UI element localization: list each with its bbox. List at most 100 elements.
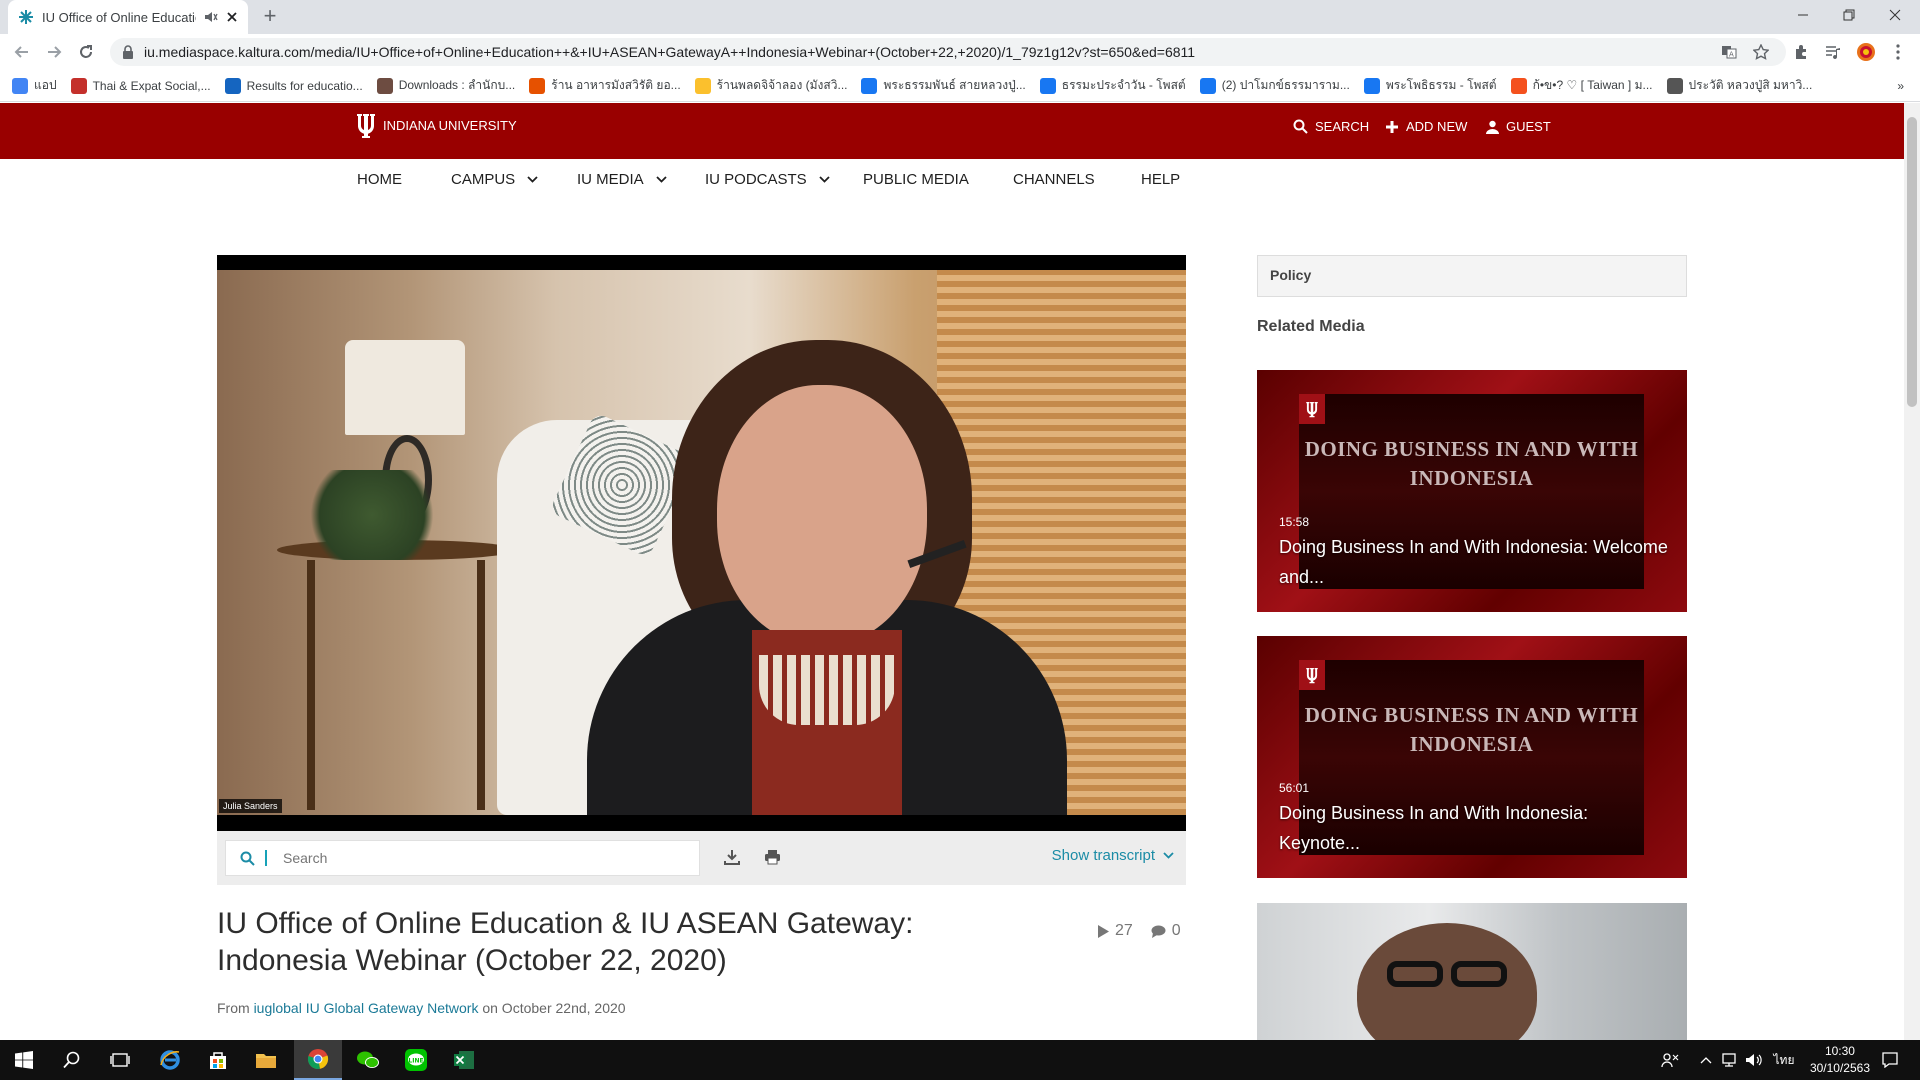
- show-transcript-toggle[interactable]: Show transcript: [1052, 847, 1174, 864]
- media-control-icon[interactable]: [1822, 41, 1844, 63]
- site-logo[interactable]: INDIANA UNIVERSITY: [355, 111, 517, 139]
- chevron-down-icon: [1163, 852, 1174, 859]
- new-tab-button[interactable]: +: [258, 5, 282, 29]
- nav-item-home[interactable]: HOME: [357, 171, 402, 188]
- input-language-indicator[interactable]: ไทย: [1772, 1050, 1796, 1070]
- related-media-heading: Related Media: [1257, 318, 1365, 335]
- bookmark-favicon-icon: [529, 77, 546, 94]
- site-header: INDIANA UNIVERSITY SEARCH ADD NEW GUEST: [0, 103, 1904, 159]
- transcript-search-box[interactable]: [225, 840, 700, 876]
- media-owner-line: From iuglobal IU Global Gateway Network …: [217, 1000, 626, 1016]
- related-media-card[interactable]: [1257, 903, 1687, 1040]
- bookmark-item[interactable]: ก้•ข•? ♡ [ Taiwan ] ม...: [1510, 76, 1653, 95]
- search-icon[interactable]: [48, 1040, 96, 1080]
- volume-icon[interactable]: [1744, 1050, 1764, 1070]
- bookmark-item[interactable]: ประวัติ หลวงปู่สิ มหาวิ...: [1666, 76, 1813, 95]
- nav-item-channels[interactable]: CHANNELS: [1013, 171, 1095, 188]
- bookmark-favicon-icon: [70, 77, 87, 94]
- nav-item-help[interactable]: HELP: [1141, 171, 1180, 188]
- related-title[interactable]: Doing Business In and With Indonesia: We…: [1279, 532, 1669, 592]
- wechat-icon[interactable]: [344, 1040, 392, 1080]
- close-window-button[interactable]: [1872, 0, 1918, 30]
- translate-icon[interactable]: A: [1718, 41, 1740, 63]
- owner-link[interactable]: iuglobal: [254, 1000, 302, 1016]
- task-view-icon[interactable]: [96, 1040, 144, 1080]
- internet-explorer-icon[interactable]: [146, 1040, 194, 1080]
- chevron-down-icon[interactable]: [527, 174, 538, 186]
- line-app-icon[interactable]: LINE: [392, 1040, 440, 1080]
- nav-item-iu-podcasts[interactable]: IU PODCASTS: [705, 171, 830, 188]
- taskbar-clock[interactable]: 10:30 30/10/2563: [1810, 1043, 1870, 1077]
- video-frame[interactable]: Julia Sanders: [217, 270, 1186, 815]
- forward-button[interactable]: [42, 40, 66, 64]
- file-explorer-icon[interactable]: [242, 1040, 290, 1080]
- video-player[interactable]: Julia Sanders: [217, 255, 1186, 831]
- lock-icon[interactable]: [122, 45, 134, 59]
- glasses: [1377, 961, 1517, 987]
- minimize-button[interactable]: [1780, 0, 1826, 30]
- speaker-name-tag: Julia Sanders: [219, 799, 282, 813]
- browser-toolbar: iu.mediaspace.kaltura.com/media/IU+Offic…: [0, 34, 1920, 70]
- chrome-taskbar-icon[interactable]: [294, 1040, 342, 1080]
- header-add-new-link[interactable]: ADD NEW: [1385, 119, 1467, 134]
- bookmarks-overflow-icon[interactable]: »: [1897, 79, 1904, 93]
- related-media-card[interactable]: DOING BUSINESS IN AND WITH INDONESIA 15:…: [1257, 370, 1687, 612]
- chevron-up-icon[interactable]: [1696, 1050, 1716, 1070]
- tab-audio-icon[interactable]: [204, 10, 218, 24]
- store-icon[interactable]: [194, 1040, 242, 1080]
- transcript-search-input[interactable]: [281, 849, 661, 867]
- url-text: iu.mediaspace.kaltura.com/media/IU+Offic…: [144, 44, 1196, 60]
- back-button[interactable]: [10, 40, 34, 64]
- browser-tab[interactable]: IU Office of Online Education: [8, 0, 248, 34]
- address-bar[interactable]: iu.mediaspace.kaltura.com/media/IU+Offic…: [110, 38, 1786, 66]
- bookmark-star-icon[interactable]: [1750, 41, 1772, 63]
- bookmark-label: (2) ปาโมกข์ธรรมาราม...: [1221, 78, 1350, 92]
- bookmark-item[interactable]: พระธรรมพันธ์ สายหลวงปู่...: [861, 76, 1026, 95]
- related-media-card[interactable]: DOING BUSINESS IN AND WITH INDONESIA 56:…: [1257, 636, 1687, 878]
- nav-item-iu-media[interactable]: IU MEDIA: [577, 171, 667, 188]
- bookmark-item[interactable]: Thai & Expat Social,...: [70, 77, 211, 94]
- chevron-down-icon[interactable]: [656, 174, 667, 186]
- notifications-icon[interactable]: [1880, 1050, 1900, 1070]
- bookmark-item[interactable]: Results for educatio...: [224, 77, 363, 94]
- tab-title: IU Office of Online Education: [42, 9, 196, 25]
- apps-grid-icon: [12, 77, 28, 94]
- excel-icon[interactable]: [440, 1040, 488, 1080]
- download-transcript-button[interactable]: [721, 846, 743, 868]
- bookmark-label: ก้•ข•? ♡ [ Taiwan ] ม...: [1532, 78, 1653, 92]
- bookmark-item[interactable]: ธรรมะประจำวัน - โพสต์: [1039, 76, 1186, 95]
- bookmark-item[interactable]: พระโพธิธรรม - โพสต์: [1363, 76, 1497, 95]
- close-tab-icon[interactable]: [226, 11, 238, 23]
- publish-date: on October 22nd, 2020: [482, 1000, 626, 1016]
- reload-button[interactable]: [74, 40, 98, 64]
- extensions-icon[interactable]: [1790, 41, 1812, 63]
- comment-count[interactable]: 0: [1151, 922, 1181, 940]
- header-guest-link[interactable]: GUEST: [1486, 119, 1551, 134]
- page-scrollbar[interactable]: [1904, 103, 1920, 1040]
- policy-panel[interactable]: Policy: [1257, 255, 1687, 297]
- bookmark-item[interactable]: ร้าน อาหารมังสวิรัติ ยอ...: [529, 76, 681, 95]
- restore-button[interactable]: [1826, 0, 1872, 30]
- print-transcript-button[interactable]: [761, 846, 783, 868]
- windows-start-icon[interactable]: [0, 1040, 48, 1080]
- nav-item-campus[interactable]: CAMPUS: [451, 171, 538, 188]
- chevron-down-icon[interactable]: [819, 174, 830, 186]
- bookmark-item[interactable]: แอป: [12, 76, 57, 95]
- play-icon: [1098, 924, 1109, 938]
- network-icon[interactable]: [1720, 1050, 1740, 1070]
- profile-avatar-icon[interactable]: [1855, 41, 1877, 63]
- bookmark-label: ประวัติ หลวงปู่สิ มหาวิ...: [1688, 78, 1813, 92]
- channel-link[interactable]: IU Global Gateway Network: [306, 1000, 479, 1016]
- people-icon[interactable]: [1660, 1050, 1680, 1070]
- lamp: [345, 340, 465, 435]
- chrome-menu-icon[interactable]: [1887, 41, 1909, 63]
- related-title[interactable]: Doing Business In and With Indonesia: Ke…: [1279, 798, 1669, 858]
- bookmark-label: แอป: [34, 78, 57, 92]
- header-search-link[interactable]: SEARCH: [1293, 119, 1369, 134]
- bookmark-item[interactable]: Downloads : ลำนักบ...: [376, 76, 515, 95]
- bookmark-item[interactable]: (2) ปาโมกข์ธรรมาราม...: [1199, 76, 1350, 95]
- nav-item-public-media[interactable]: PUBLIC MEDIA: [863, 171, 969, 188]
- bookmark-item[interactable]: ร้านพลดจิจ้าลอง (มังสวิ...: [694, 76, 847, 95]
- scrollbar-thumb[interactable]: [1907, 117, 1917, 407]
- user-icon: [1486, 120, 1499, 134]
